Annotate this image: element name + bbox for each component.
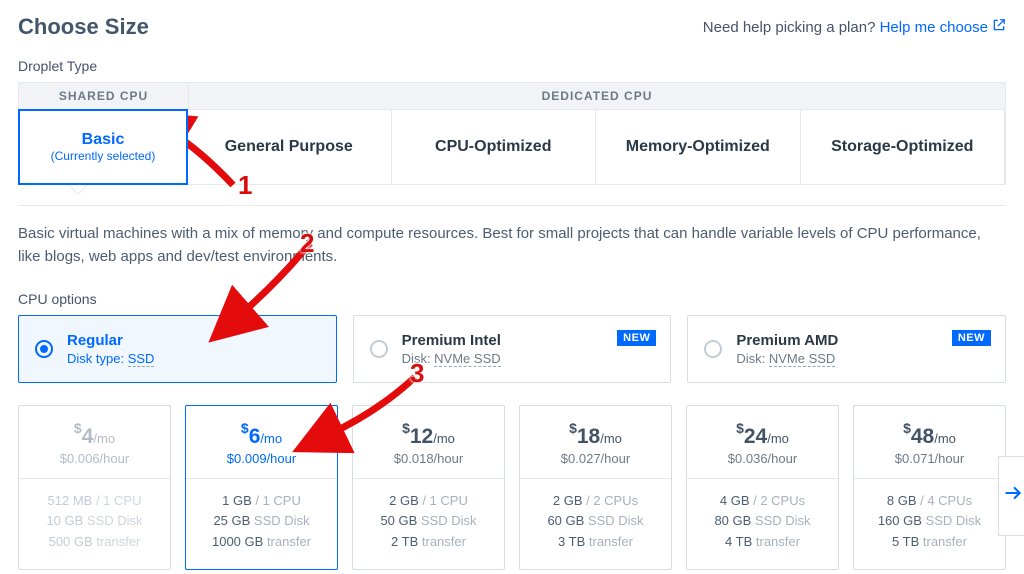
cpu-options-row: Regular Disk type: SSD Premium Intel Dis… bbox=[18, 315, 1006, 383]
tab-memory-optimized-label: Memory-Optimized bbox=[626, 138, 770, 156]
droplet-type-tabs: Basic (Currently selected) General Purpo… bbox=[18, 110, 1006, 185]
help-text: Need help picking a plan? Help me choose bbox=[703, 18, 1006, 36]
plan-card-12[interactable]: $12/mo $0.018/hour 2 GB / 1 CPU 50 GB SS… bbox=[352, 405, 505, 570]
plan-description: Basic virtual machines with a mix of mem… bbox=[18, 222, 1006, 269]
scroll-right-button[interactable] bbox=[998, 456, 1024, 536]
plan-hour: $0.006/hour bbox=[27, 451, 162, 466]
tab-cpu-optimized[interactable]: CPU-Optimized bbox=[392, 110, 597, 184]
divider bbox=[18, 205, 1006, 206]
cpu-premium-amd-sub: Disk: NVMe SSD bbox=[736, 351, 838, 366]
plan-hour: $0.018/hour bbox=[361, 451, 496, 466]
external-link-icon bbox=[992, 18, 1006, 36]
tab-basic[interactable]: Basic (Currently selected) bbox=[18, 109, 188, 185]
new-badge: NEW bbox=[617, 330, 656, 346]
radio-regular[interactable] bbox=[35, 340, 53, 358]
cpu-premium-intel-sub: Disk: NVMe SSD bbox=[402, 351, 501, 366]
shared-cpu-header: SHARED CPU bbox=[19, 83, 189, 109]
new-badge: NEW bbox=[952, 330, 991, 346]
plan-hour: $0.027/hour bbox=[528, 451, 663, 466]
cpu-premium-intel-title: Premium Intel bbox=[402, 332, 501, 349]
help-me-choose-link[interactable]: Help me choose bbox=[880, 19, 1006, 36]
cpu-regular-title: Regular bbox=[67, 332, 154, 349]
plan-card-4[interactable]: $4/mo $0.006/hour 512 MB / 1 CPU 10 GB S… bbox=[18, 405, 171, 570]
cpu-premium-amd-title: Premium AMD bbox=[736, 332, 838, 349]
cpu-card-premium-amd[interactable]: Premium AMD Disk: NVMe SSD NEW bbox=[687, 315, 1006, 383]
cpu-options-label: CPU options bbox=[18, 291, 1006, 307]
arrow-right-icon bbox=[1003, 483, 1023, 509]
type-header: SHARED CPU DEDICATED CPU bbox=[18, 82, 1006, 110]
plan-row: $4/mo $0.006/hour 512 MB / 1 CPU 10 GB S… bbox=[18, 405, 1006, 570]
tab-general-purpose-label: General Purpose bbox=[225, 138, 353, 156]
tab-cpu-optimized-label: CPU-Optimized bbox=[435, 138, 551, 156]
tab-storage-optimized-label: Storage-Optimized bbox=[831, 138, 973, 156]
tab-general-purpose[interactable]: General Purpose bbox=[187, 110, 392, 184]
tab-basic-label: Basic bbox=[82, 131, 125, 149]
plan-hour: $0.071/hour bbox=[862, 451, 997, 466]
plan-card-18[interactable]: $18/mo $0.027/hour 2 GB / 2 CPUs 60 GB S… bbox=[519, 405, 672, 570]
cpu-regular-sub: Disk type: SSD bbox=[67, 351, 154, 366]
radio-premium-amd[interactable] bbox=[704, 340, 722, 358]
cpu-card-regular[interactable]: Regular Disk type: SSD bbox=[18, 315, 337, 383]
plan-card-6[interactable]: $6/mo $0.009/hour 1 GB / 1 CPU 25 GB SSD… bbox=[185, 405, 338, 570]
plan-card-48[interactable]: $48/mo $0.071/hour 8 GB / 4 CPUs 160 GB … bbox=[853, 405, 1006, 570]
plan-hour: $0.009/hour bbox=[194, 451, 329, 466]
help-prefix: Need help picking a plan? bbox=[703, 19, 880, 36]
droplet-type-label: Droplet Type bbox=[18, 58, 1006, 74]
tab-memory-optimized[interactable]: Memory-Optimized bbox=[596, 110, 801, 184]
plan-hour: $0.036/hour bbox=[695, 451, 830, 466]
cpu-card-premium-intel[interactable]: Premium Intel Disk: NVMe SSD NEW bbox=[353, 315, 672, 383]
tab-basic-sublabel: (Currently selected) bbox=[51, 149, 156, 163]
tab-storage-optimized[interactable]: Storage-Optimized bbox=[801, 110, 1006, 184]
plan-card-24[interactable]: $24/mo $0.036/hour 4 GB / 2 CPUs 80 GB S… bbox=[686, 405, 839, 570]
dedicated-cpu-header: DEDICATED CPU bbox=[189, 83, 1005, 109]
page-title: Choose Size bbox=[18, 14, 149, 40]
radio-premium-intel[interactable] bbox=[370, 340, 388, 358]
